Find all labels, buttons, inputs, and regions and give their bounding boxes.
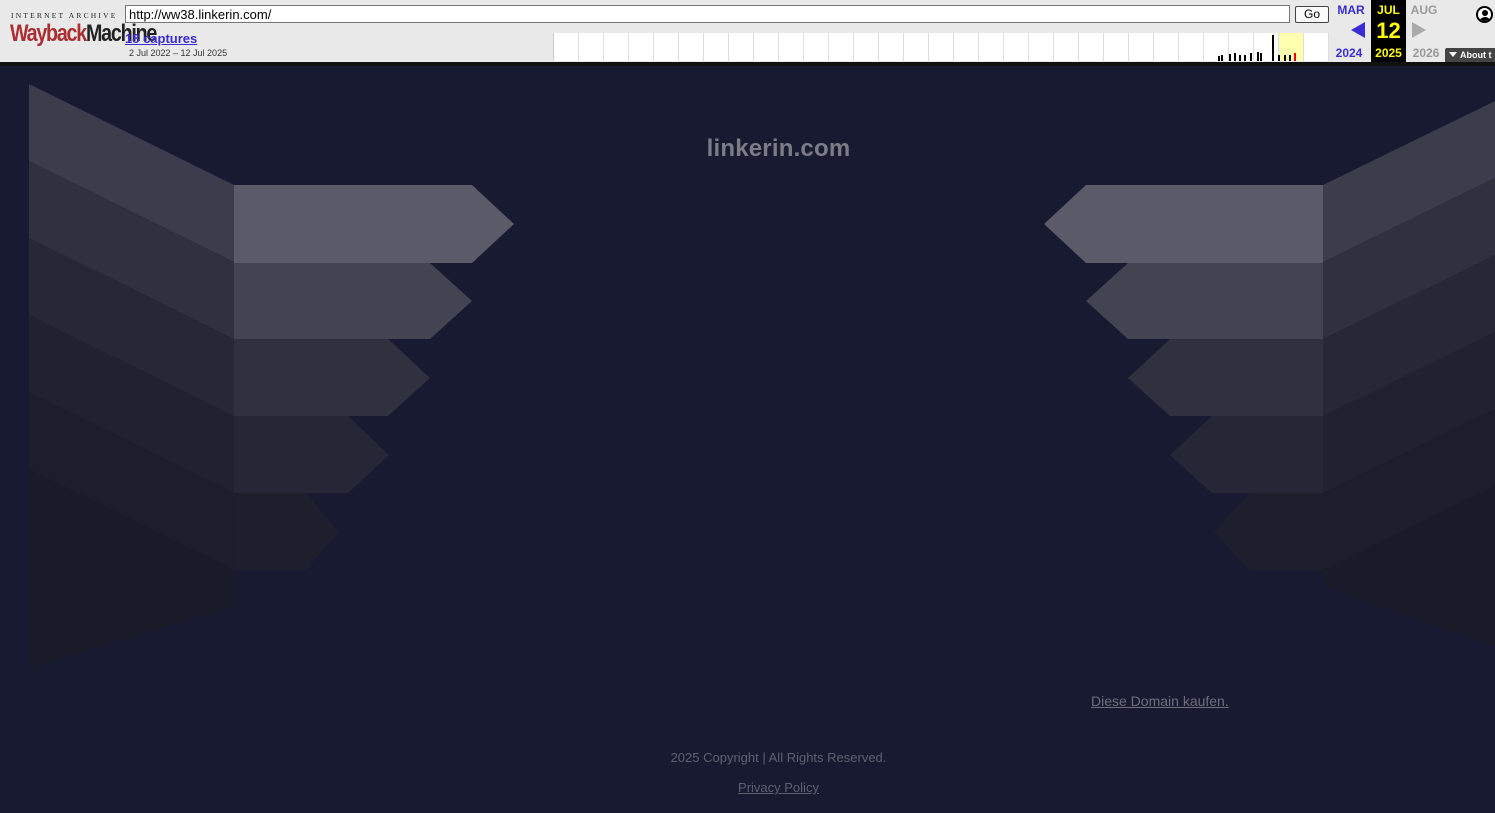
capture-bar [1272,35,1274,61]
capture-bar [1234,53,1236,61]
next-capture-month: AUG [1410,3,1438,17]
sparkline-year-column[interactable] [729,33,754,61]
sparkline-year-column[interactable] [1179,33,1204,61]
capture-bar [1250,53,1252,61]
sparkline-year-column[interactable] [629,33,654,61]
sparkline-year-column[interactable] [654,33,679,61]
sparkline-year-column[interactable] [704,33,729,61]
wayback-url-input[interactable] [125,5,1290,23]
sparkline-year-column[interactable] [1204,33,1229,61]
sparkline-year-column[interactable] [829,33,854,61]
capture-bar [1229,54,1231,61]
capture-bar [1284,55,1286,61]
capture-bar [1294,53,1296,61]
prev-capture-month[interactable]: MAR [1333,3,1369,17]
sparkline-year-column[interactable] [604,33,629,61]
sparkline-year-column[interactable] [929,33,954,61]
sparkline-year-column[interactable] [1154,33,1179,61]
sparkline-year-column[interactable] [1304,33,1329,61]
sparkline-year-column[interactable] [979,33,1004,61]
next-capture-year: 2026 [1412,46,1440,60]
logo-internet-archive-text: INTERNET ARCHIVE [11,11,118,20]
prev-capture-year[interactable]: 2024 [1331,46,1367,60]
capture-sparkline[interactable] [553,33,1329,61]
sparkline-year-column[interactable] [1079,33,1104,61]
capture-bar [1257,52,1259,61]
current-capture-month: JUL [1377,3,1400,17]
copyright-text: 2025 Copyright | All Rights Reserved. [670,750,887,765]
capture-bar [1239,55,1241,61]
capture-bar [1221,55,1223,61]
triangle-left-icon[interactable] [1351,22,1365,38]
domain-title: linkerin.com [706,135,851,162]
wayback-toolbar: INTERNET ARCHIVE WaybackMachine Go 18 ca… [0,0,1495,66]
wayback-logo[interactable]: INTERNET ARCHIVE WaybackMachine [8,8,157,52]
go-button[interactable]: Go [1295,6,1329,23]
sparkline-year-column[interactable] [1104,33,1129,61]
capture-bar [1218,56,1220,61]
sparkline-year-column[interactable] [779,33,804,61]
sparkline-year-column[interactable] [854,33,879,61]
current-capture-year: 2025 [1375,46,1402,60]
buy-domain-link[interactable]: Diese Domain kaufen. [1091,693,1229,709]
sparkline-year-column[interactable] [1129,33,1154,61]
sparkline-year-column[interactable] [754,33,779,61]
capture-bar [1244,55,1246,61]
triangle-right-icon [1412,22,1426,38]
current-capture-date: JUL 12 2025 [1371,0,1406,62]
about-capture-button[interactable]: About t [1445,48,1495,62]
captures-link[interactable]: 18 captures [125,31,197,46]
user-circle-icon[interactable] [1476,6,1493,23]
sparkline-year-column[interactable] [554,33,579,61]
capture-bar [1278,55,1280,61]
sparkline-year-column[interactable] [579,33,604,61]
sparkline-year-column[interactable] [954,33,979,61]
privacy-policy-link[interactable]: Privacy Policy [738,780,819,795]
background-arrow-art [29,84,1495,668]
current-capture-day: 12 [1376,18,1401,43]
capture-bar [1260,53,1262,61]
sparkline-year-column[interactable] [679,33,704,61]
privacy-policy-row: Privacy Policy [0,780,1495,795]
sparkline-year-column[interactable] [804,33,829,61]
sparkline-year-column[interactable] [1029,33,1054,61]
chevron-down-icon [1449,52,1457,57]
sparkline-year-column[interactable] [1279,33,1304,61]
sparkline-year-column[interactable] [1054,33,1079,61]
sparkline-year-column[interactable] [904,33,929,61]
sparkline-year-column[interactable] [879,33,904,61]
capture-date-range: 2 Jul 2022 – 12 Jul 2025 [129,48,228,58]
capture-bar [1289,55,1291,61]
sparkline-year-column[interactable] [1004,33,1029,61]
